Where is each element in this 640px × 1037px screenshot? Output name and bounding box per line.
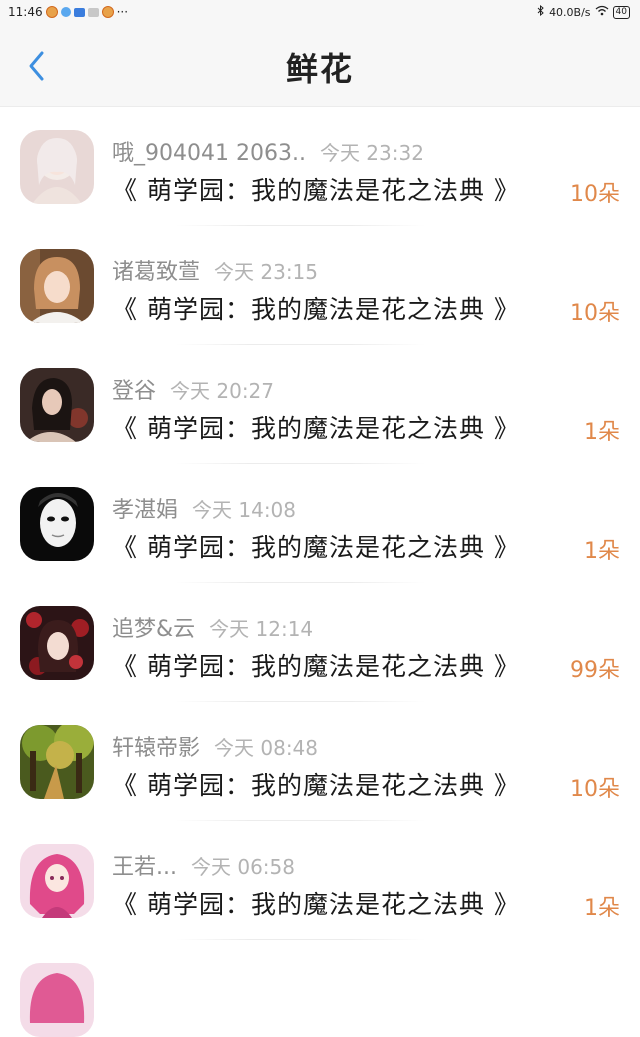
timestamp: 今天 06:58 [190, 855, 295, 879]
flower-count: 1朵 [584, 896, 620, 921]
network-speed: 40.0B/s [549, 5, 591, 19]
status-bar: 11:46 ··· 40.0B/s 40 [0, 0, 640, 26]
username[interactable]: 登谷 [112, 373, 156, 405]
avatar[interactable] [20, 249, 94, 323]
sender-info: 轩辕帝影 今天 08:48 [112, 730, 318, 762]
sender-info: 登谷 今天 20:27 [112, 373, 274, 405]
flower-count: 1朵 [584, 539, 620, 564]
list-item[interactable]: 孝湛娟 今天 14:08 《 萌学园：我的魔法是花之法典 》 1朵 [0, 464, 640, 583]
list-item[interactable]: 追梦&云 今天 12:14 《 萌学园：我的魔法是花之法典 》 99朵 [0, 583, 640, 702]
status-left: 11:46 ··· [8, 5, 128, 19]
timestamp: 今天 20:27 [170, 379, 275, 403]
weibo-notification-icon [101, 6, 114, 18]
weibo-notification-icon [45, 6, 58, 18]
book-title[interactable]: 《 萌学园：我的魔法是花之法典 》 [112, 766, 520, 802]
header: 鲜花 [0, 26, 640, 107]
book-title[interactable]: 《 萌学园：我的魔法是花之法典 》 [112, 409, 520, 445]
status-right: 40.0B/s 40 [537, 4, 630, 19]
app-notification-icon [60, 7, 71, 17]
timestamp: 今天 23:15 [214, 260, 319, 284]
more-notifications-icon: ··· [116, 5, 129, 19]
book-title[interactable]: 《 萌学园：我的魔法是花之法典 》 [112, 885, 520, 921]
timestamp: 今天 23:32 [319, 141, 424, 165]
avatar[interactable] [20, 725, 94, 799]
book-title[interactable]: 《 萌学园：我的魔法是花之法典 》 [112, 290, 520, 326]
username[interactable]: 王若... [112, 849, 177, 881]
list-item[interactable]: 哦_904041 2063.. 今天 23:32 《 萌学园：我的魔法是花之法典… [0, 107, 640, 226]
avatar[interactable] [20, 487, 94, 561]
avatar[interactable] [20, 963, 94, 1037]
flower-count: 10朵 [570, 777, 620, 802]
list-item[interactable]: 诸葛致萱 今天 23:15 《 萌学园：我的魔法是花之法典 》 10朵 [0, 226, 640, 345]
book-title[interactable]: 《 萌学园：我的魔法是花之法典 》 [112, 647, 520, 683]
flower-count: 10朵 [570, 301, 620, 326]
sender-info: 孝湛娟 今天 14:08 [112, 492, 296, 524]
timestamp: 今天 12:14 [209, 617, 314, 641]
avatar[interactable] [20, 368, 94, 442]
avatar[interactable] [20, 844, 94, 918]
flower-count: 10朵 [570, 182, 620, 207]
list-item[interactable]: 王若... 今天 06:58 《 萌学园：我的魔法是花之法典 》 1朵 [0, 821, 640, 940]
flower-count: 1朵 [584, 420, 620, 445]
username[interactable]: 追梦&云 [112, 611, 195, 643]
wifi-icon [595, 5, 609, 19]
sender-info: 追梦&云 今天 12:14 [112, 611, 313, 643]
flower-count: 99朵 [570, 658, 620, 683]
sender-info: 王若... 今天 06:58 [112, 849, 295, 881]
username[interactable]: 诸葛致萱 [112, 254, 200, 286]
sender-info: 哦_904041 2063.. 今天 23:32 [112, 135, 424, 167]
book-title[interactable]: 《 萌学园：我的魔法是花之法典 》 [112, 171, 520, 207]
list-item[interactable] [0, 940, 640, 1037]
list-item[interactable]: 登谷 今天 20:27 《 萌学园：我的魔法是花之法典 》 1朵 [0, 345, 640, 464]
avatar[interactable] [20, 606, 94, 680]
bluetooth-icon [537, 4, 545, 19]
page-title: 鲜花 [285, 50, 354, 88]
book-title[interactable]: 《 萌学园：我的魔法是花之法典 》 [112, 528, 520, 564]
timestamp: 今天 08:48 [214, 736, 319, 760]
timestamp: 今天 14:08 [192, 498, 297, 522]
flower-gift-list: 哦_904041 2063.. 今天 23:32 《 萌学园：我的魔法是花之法典… [0, 107, 640, 1037]
username[interactable]: 轩辕帝影 [112, 730, 200, 762]
avatar[interactable] [20, 130, 94, 204]
sender-info: 诸葛致萱 今天 23:15 [112, 254, 318, 286]
app-notification-icon [87, 7, 99, 17]
username[interactable]: 孝湛娟 [112, 492, 178, 524]
status-time: 11:46 [8, 5, 43, 19]
battery-icon: 40 [612, 5, 630, 19]
username[interactable]: 哦_904041 2063.. [112, 135, 306, 167]
list-item[interactable]: 轩辕帝影 今天 08:48 《 萌学园：我的魔法是花之法典 》 10朵 [0, 702, 640, 821]
app-notification-icon [73, 7, 85, 17]
